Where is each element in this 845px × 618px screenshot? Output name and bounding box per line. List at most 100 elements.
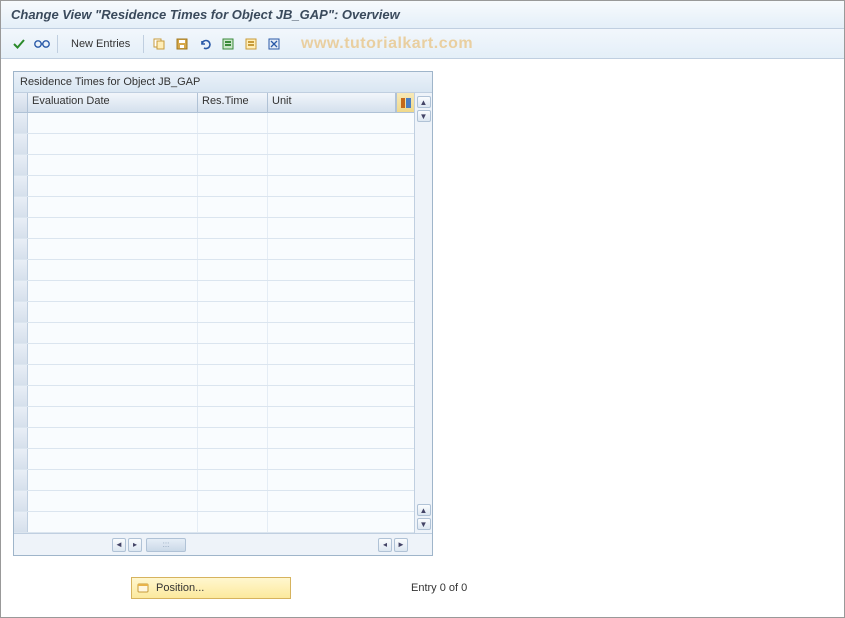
table-row[interactable] [14, 176, 414, 197]
select-all-icon[interactable] [218, 34, 238, 54]
scroll-left-start-icon[interactable]: ◄ [112, 538, 126, 552]
scroll-left-icon[interactable]: ▸ [128, 538, 142, 552]
check-icon[interactable] [9, 34, 29, 54]
cell-unit[interactable] [268, 239, 414, 259]
row-selector[interactable] [14, 407, 28, 427]
undo-icon[interactable] [195, 34, 215, 54]
cell-res-time[interactable] [198, 260, 268, 280]
cell-unit[interactable] [268, 302, 414, 322]
cell-evaluation-date[interactable] [28, 365, 198, 385]
cell-res-time[interactable] [198, 281, 268, 301]
row-selector[interactable] [14, 449, 28, 469]
table-row[interactable] [14, 281, 414, 302]
cell-res-time[interactable] [198, 428, 268, 448]
copy-icon[interactable] [149, 34, 169, 54]
cell-res-time[interactable] [198, 323, 268, 343]
cell-unit[interactable] [268, 176, 414, 196]
table-row[interactable] [14, 386, 414, 407]
cell-evaluation-date[interactable] [28, 218, 198, 238]
cell-evaluation-date[interactable] [28, 197, 198, 217]
row-selector[interactable] [14, 260, 28, 280]
scroll-right-end-icon[interactable]: ► [394, 538, 408, 552]
scroll-right-icon[interactable]: ◂ [378, 538, 392, 552]
table-row[interactable] [14, 113, 414, 134]
cell-res-time[interactable] [198, 113, 268, 133]
cell-evaluation-date[interactable] [28, 281, 198, 301]
table-row[interactable] [14, 155, 414, 176]
cell-res-time[interactable] [198, 239, 268, 259]
cell-evaluation-date[interactable] [28, 449, 198, 469]
cell-res-time[interactable] [198, 470, 268, 490]
table-row[interactable] [14, 197, 414, 218]
cell-unit[interactable] [268, 428, 414, 448]
cell-evaluation-date[interactable] [28, 155, 198, 175]
cell-res-time[interactable] [198, 218, 268, 238]
cell-unit[interactable] [268, 491, 414, 511]
cell-unit[interactable] [268, 134, 414, 154]
table-row[interactable] [14, 260, 414, 281]
cell-unit[interactable] [268, 407, 414, 427]
position-button[interactable]: Position... [131, 577, 291, 599]
cell-unit[interactable] [268, 155, 414, 175]
table-row[interactable] [14, 302, 414, 323]
row-selector[interactable] [14, 134, 28, 154]
cell-unit[interactable] [268, 260, 414, 280]
table-row[interactable] [14, 218, 414, 239]
deselect-all-icon[interactable] [241, 34, 261, 54]
row-selector[interactable] [14, 365, 28, 385]
cell-evaluation-date[interactable] [28, 302, 198, 322]
cell-unit[interactable] [268, 386, 414, 406]
cell-evaluation-date[interactable] [28, 407, 198, 427]
cell-res-time[interactable] [198, 512, 268, 532]
vertical-scrollbar[interactable]: ▲ ▼ ▲ ▼ [414, 93, 432, 533]
table-row[interactable] [14, 470, 414, 491]
cell-res-time[interactable] [198, 449, 268, 469]
col-res-time[interactable]: Res.Time [198, 93, 268, 112]
row-selector[interactable] [14, 323, 28, 343]
row-selector[interactable] [14, 155, 28, 175]
cell-evaluation-date[interactable] [28, 260, 198, 280]
cell-evaluation-date[interactable] [28, 176, 198, 196]
table-row[interactable] [14, 323, 414, 344]
cell-evaluation-date[interactable] [28, 491, 198, 511]
cell-evaluation-date[interactable] [28, 239, 198, 259]
scroll-up-icon[interactable]: ▲ [417, 96, 431, 108]
row-selector[interactable] [14, 386, 28, 406]
row-selector[interactable] [14, 344, 28, 364]
table-row[interactable] [14, 428, 414, 449]
cell-unit[interactable] [268, 449, 414, 469]
cell-res-time[interactable] [198, 134, 268, 154]
column-settings-icon[interactable] [396, 93, 414, 112]
cell-res-time[interactable] [198, 407, 268, 427]
cell-unit[interactable] [268, 470, 414, 490]
cell-evaluation-date[interactable] [28, 344, 198, 364]
cell-evaluation-date[interactable] [28, 323, 198, 343]
table-row[interactable] [14, 134, 414, 155]
delete-icon[interactable] [264, 34, 284, 54]
col-unit[interactable]: Unit [268, 93, 396, 112]
row-selector[interactable] [14, 239, 28, 259]
table-row[interactable] [14, 449, 414, 470]
scroll-thumb[interactable]: ::: [146, 538, 186, 552]
scroll-down-icon[interactable]: ▼ [417, 110, 431, 122]
cell-res-time[interactable] [198, 365, 268, 385]
row-selector[interactable] [14, 281, 28, 301]
scroll-down-end-icon[interactable]: ▼ [417, 518, 431, 530]
cell-unit[interactable] [268, 218, 414, 238]
row-selector[interactable] [14, 512, 28, 532]
cell-res-time[interactable] [198, 344, 268, 364]
cell-evaluation-date[interactable] [28, 470, 198, 490]
row-selector[interactable] [14, 302, 28, 322]
table-row[interactable] [14, 512, 414, 533]
cell-res-time[interactable] [198, 386, 268, 406]
save-icon[interactable] [172, 34, 192, 54]
cell-evaluation-date[interactable] [28, 113, 198, 133]
display-icon[interactable] [32, 34, 52, 54]
row-selector[interactable] [14, 197, 28, 217]
cell-res-time[interactable] [198, 176, 268, 196]
row-selector[interactable] [14, 113, 28, 133]
row-selector[interactable] [14, 470, 28, 490]
row-select-header[interactable] [14, 93, 28, 112]
col-evaluation-date[interactable]: Evaluation Date [28, 93, 198, 112]
table-row[interactable] [14, 239, 414, 260]
